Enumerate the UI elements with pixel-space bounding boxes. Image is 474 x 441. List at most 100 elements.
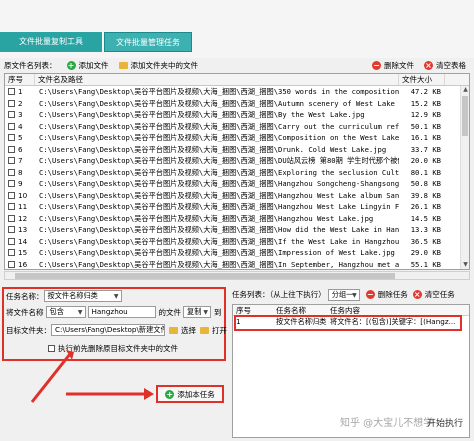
row-no-cell: 8 xyxy=(5,167,35,179)
task-name-select[interactable]: 按文件名称归类 ▼ xyxy=(43,290,122,302)
task-col-content[interactable]: 任务内容 xyxy=(327,305,467,315)
row-index: 4 xyxy=(18,121,23,131)
table-row[interactable]: 13 C:\Users\Fang\Desktop\吴谷平台图片及视频\大海_捆图\… xyxy=(5,224,469,236)
open-button[interactable]: 打开 xyxy=(200,325,227,336)
row-size: 14.5 KB xyxy=(410,213,441,223)
row-checkbox[interactable] xyxy=(8,88,15,96)
horizontal-scrollbar[interactable] xyxy=(4,271,470,280)
chevron-down-icon: ▼ xyxy=(77,309,83,316)
table-row[interactable]: 9 C:\Users\Fang\Desktop\吴谷平台图片及视频\大海_捆图\西… xyxy=(5,178,469,190)
tab-file-copy-tool[interactable]: 文件批量复制工具 xyxy=(0,32,102,52)
operation-select[interactable]: 复制 ▼ xyxy=(183,306,211,318)
row-checkbox[interactable] xyxy=(8,237,15,245)
contains-value: 包含 xyxy=(49,307,64,316)
table-row[interactable]: 4 C:\Users\Fang\Desktop\吴谷平台图片及视频\大海_捆图\西… xyxy=(5,121,469,133)
row-checkbox[interactable] xyxy=(8,249,15,257)
row-size: 50.8 KB xyxy=(410,179,441,188)
folder-icon xyxy=(169,326,178,334)
clear-list-button[interactable]: × 清空表格 xyxy=(424,60,466,71)
file-grid: 序号 文件名及路径 文件大小 1 C:\Users\Fang\Desktop\吴谷… xyxy=(4,73,470,270)
row-path: C:\Users\Fang\Desktop\吴谷平台图片及视频\大海_捆图\西湖… xyxy=(39,202,399,211)
folder-icon xyxy=(118,61,128,69)
clear-task-label: 清空任务 xyxy=(424,290,455,299)
row-no-cell: 15 xyxy=(5,247,35,259)
row-size: 55.1 KB xyxy=(410,259,441,269)
row-index: 8 xyxy=(18,167,23,177)
table-row[interactable]: 6 C:\Users\Fang\Desktop\吴谷平台图片及视频\大海_捆图\西… xyxy=(5,144,469,156)
start-execute-button[interactable]: 开始执行 xyxy=(420,411,470,433)
table-row[interactable]: 5 C:\Users\Fang\Desktop\吴谷平台图片及视频\大海_捆图\西… xyxy=(5,132,469,144)
target-folder-input[interactable]: C:\Users\Fang\Desktop\新建文件夹 xyxy=(51,324,165,336)
row-size: 26.1 KB xyxy=(410,202,441,211)
table-row[interactable]: 1 C:\Users\Fang\Desktop\吴谷平台图片及视频\大海_捆图\西… xyxy=(5,86,469,98)
row-checkbox[interactable] xyxy=(8,168,15,176)
plus-icon: + xyxy=(66,60,76,70)
delete-task-button[interactable]: − 删除任务 xyxy=(365,289,408,300)
row-checkbox[interactable] xyxy=(8,191,15,199)
row-size: 36.5 KB xyxy=(410,236,441,246)
table-row[interactable]: 7 C:\Users\Fang\Desktop\吴谷平台图片及视频\大海_捆图\西… xyxy=(5,155,469,167)
table-row[interactable]: 2 C:\Users\Fang\Desktop\吴谷平台图片及视频\大海_捆图\西… xyxy=(5,98,469,110)
table-row[interactable]: 15 C:\Users\Fang\Desktop\吴谷平台图片及视频\大海_捆图\… xyxy=(5,247,469,259)
row-path: C:\Users\Fang\Desktop\吴谷平台图片及视频\大海_捆图\西湖… xyxy=(39,248,395,257)
scroll-up-icon[interactable]: ▲ xyxy=(461,86,469,94)
col-header-no[interactable]: 序号 xyxy=(5,74,35,85)
col-header-size[interactable]: 文件大小 xyxy=(399,74,445,85)
target-folder-label: 目标文件夹： xyxy=(6,325,51,335)
row-size: 33.7 KB xyxy=(410,144,441,154)
row-checkbox[interactable] xyxy=(8,203,15,211)
row-checkbox[interactable] xyxy=(8,260,15,268)
table-row[interactable]: 11 C:\Users\Fang\Desktop\吴谷平台图片及视频\大海_捆图\… xyxy=(5,201,469,213)
row-checkbox[interactable] xyxy=(8,145,15,153)
col-header-path[interactable]: 文件名及路径 xyxy=(35,74,399,85)
row-checkbox[interactable] xyxy=(8,226,15,234)
scroll-thumb[interactable] xyxy=(462,96,468,136)
table-row[interactable]: 10 C:\Users\Fang\Desktop\吴谷平台图片及视频\大海_捆图\… xyxy=(5,190,469,202)
row-index: 9 xyxy=(18,179,23,188)
vertical-scrollbar[interactable]: ▲ ▼ xyxy=(460,86,469,269)
row-checkbox[interactable] xyxy=(8,180,15,188)
row-path: C:\Users\Fang\Desktop\吴谷平台图片及视频\大海_捆图\西湖… xyxy=(39,190,399,200)
row-checkbox[interactable] xyxy=(8,111,15,119)
row-index: 16 xyxy=(18,259,28,269)
contains-select[interactable]: 包含 ▼ xyxy=(45,306,86,318)
table-row[interactable]: 12 C:\Users\Fang\Desktop\吴谷平台图片及视频\大海_捆图\… xyxy=(5,213,469,225)
row-checkbox[interactable] xyxy=(8,214,15,222)
row-size: 29.0 KB xyxy=(410,248,441,257)
add-task-button[interactable]: + 添加本任务 xyxy=(156,385,224,403)
app-header: 文件批量复制工具 文件批量管理任务 xyxy=(0,0,474,58)
row-size: 39.8 KB xyxy=(410,190,441,200)
delete-task-label: 删除任务 xyxy=(377,290,408,299)
clear-list-label: 清空表格 xyxy=(436,60,466,70)
browse-button[interactable]: 选择 xyxy=(169,325,196,336)
table-row[interactable]: 8 C:\Users\Fang\Desktop\吴谷平台图片及视频\大海_捆图\西… xyxy=(5,167,469,179)
add-folder-files-label: 添加文件夹中的文件 xyxy=(130,60,199,70)
tab-file-manage-task[interactable]: 文件批量管理任务 xyxy=(104,32,192,52)
add-file-button[interactable]: + 添加文件 xyxy=(66,60,109,71)
row-checkbox[interactable] xyxy=(8,99,15,107)
row-path: C:\Users\Fang\Desktop\吴谷平台图片及视频\大海_捆图\西湖… xyxy=(39,121,399,131)
group-select[interactable]: 分组一 ▼ xyxy=(327,288,360,301)
row-size: 80.1 KB xyxy=(410,167,441,177)
row-checkbox[interactable] xyxy=(8,134,15,142)
task-name-value: 按文件名称归类 xyxy=(47,291,98,300)
add-file-label: 添加文件 xyxy=(78,60,109,70)
hscroll-thumb[interactable] xyxy=(15,273,395,279)
row-no-cell: 7 xyxy=(5,155,35,167)
clear-task-button[interactable]: × 清空任务 xyxy=(412,289,455,300)
scroll-down-icon[interactable]: ▼ xyxy=(461,261,469,269)
row-no-cell: 12 xyxy=(5,213,35,225)
table-row[interactable]: 3 C:\Users\Fang\Desktop\吴谷平台图片及视频\大海_捆图\西… xyxy=(5,109,469,121)
row-no-cell: 5 xyxy=(5,132,35,144)
table-row[interactable]: 16 C:\Users\Fang\Desktop\吴谷平台图片及视频\大海_捆图\… xyxy=(5,259,469,270)
task-col-name[interactable]: 任务名称 xyxy=(273,305,327,315)
task-row-highlight xyxy=(234,315,462,331)
row-checkbox[interactable] xyxy=(8,157,15,165)
row-checkbox[interactable] xyxy=(8,122,15,130)
keyword-input[interactable]: Hangzhou xyxy=(87,306,156,318)
delete-file-button[interactable]: − 删除文件 xyxy=(372,60,414,71)
table-row[interactable]: 14 C:\Users\Fang\Desktop\吴谷平台图片及视频\大海_捆图\… xyxy=(5,236,469,248)
task-col-no[interactable]: 序号 xyxy=(233,305,273,315)
row-no-cell: 11 xyxy=(5,201,35,213)
add-folder-files-button[interactable]: 添加文件夹中的文件 xyxy=(118,60,199,71)
